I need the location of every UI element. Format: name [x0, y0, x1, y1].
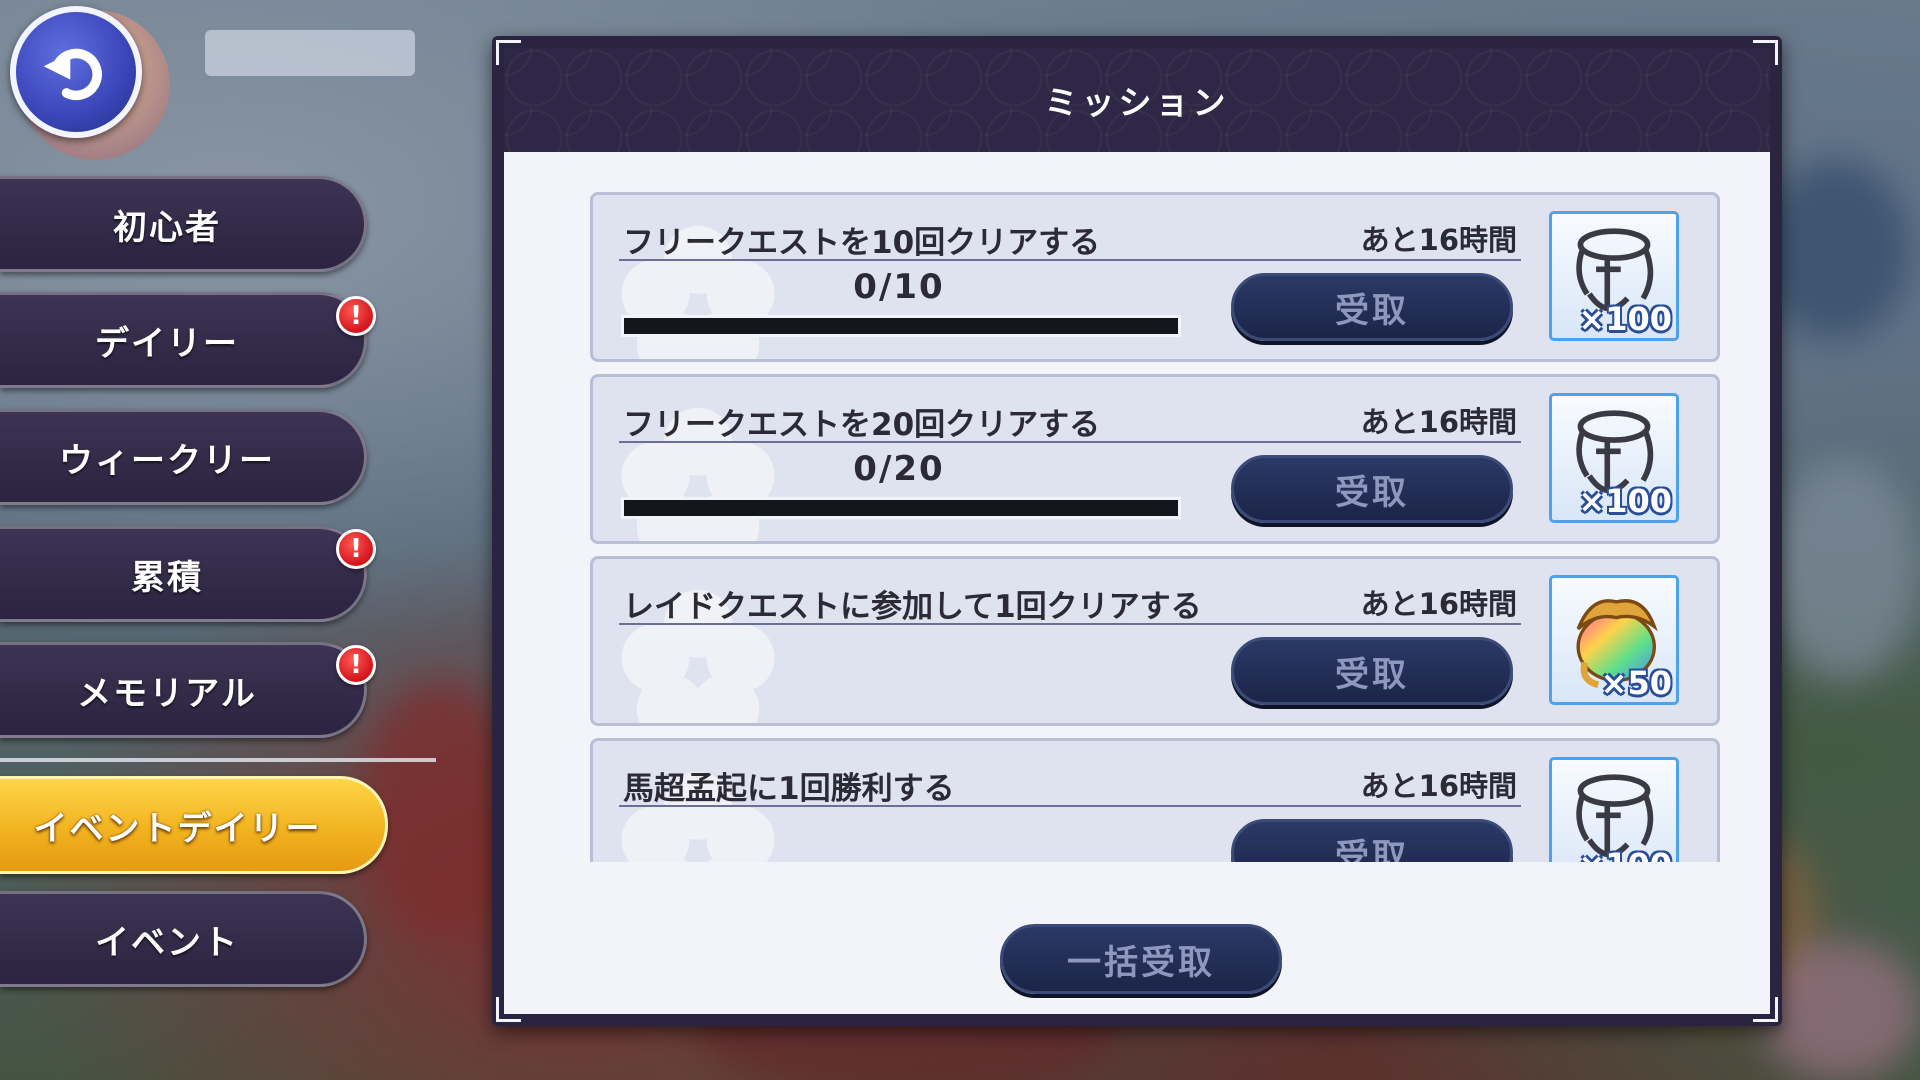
claim-button-label: 受取	[1335, 654, 1409, 695]
tab-label: デイリー	[95, 323, 239, 364]
bulk-claim-button[interactable]: 一括受取	[1000, 924, 1282, 994]
mission-title: フリークエストを10回クリアする	[623, 225, 1101, 261]
tab-memorial[interactable]: メモリアル	[0, 642, 367, 738]
frame-corner	[1753, 40, 1778, 65]
mission-panel-header: ミッション	[504, 48, 1770, 152]
mission-card: レイドクエストに参加して1回クリアする あと16時間 受取 ×50	[590, 556, 1720, 726]
progress-bar	[621, 497, 1181, 519]
claim-button[interactable]: 受取	[1231, 455, 1513, 523]
tab-label: イベントデイリー	[33, 808, 322, 849]
tab-label: イベント	[95, 922, 239, 963]
claim-button-label: 受取	[1335, 290, 1409, 331]
reward-quantity: ×100	[1578, 846, 1672, 862]
mission-panel: ミッション フリークエストを10回クリアする あと16時間 0/10 受取 ×1…	[492, 36, 1782, 1026]
reward-quantity: ×100	[1578, 482, 1672, 520]
tab-label: ウィークリー	[59, 440, 275, 481]
back-button[interactable]	[10, 6, 142, 138]
progress-count: 0/10	[853, 267, 945, 307]
reward-item[interactable]: ×50	[1549, 575, 1679, 705]
reward-item[interactable]: ×100	[1549, 757, 1679, 862]
tab-beginner[interactable]: 初心者	[0, 176, 367, 272]
alert-badge-daily: !	[336, 296, 376, 336]
time-remaining: あと16時間	[1360, 769, 1517, 803]
tab-weekly[interactable]: ウィークリー	[0, 409, 367, 505]
bulk-claim-label: 一括受取	[1067, 942, 1215, 983]
tab-label: 累積	[131, 557, 203, 598]
claim-button-label: 受取	[1335, 836, 1409, 863]
panel-title: ミッション	[1044, 83, 1230, 122]
alert-badge-memorial: !	[336, 645, 376, 685]
title-underline	[619, 259, 1521, 261]
mission-title: 馬超孟起に1回勝利する	[623, 771, 955, 807]
tab-event-daily[interactable]: イベントデイリー	[0, 776, 388, 874]
time-remaining: あと16時間	[1360, 223, 1517, 257]
claim-button[interactable]: 受取	[1231, 819, 1513, 862]
mission-card: フリークエストを10回クリアする あと16時間 0/10 受取 ×100	[590, 192, 1720, 362]
tab-label: メモリアル	[77, 673, 257, 714]
tab-divider	[0, 758, 436, 762]
claim-button[interactable]: 受取	[1231, 273, 1513, 341]
reward-item[interactable]: ×100	[1549, 393, 1679, 523]
mission-list[interactable]: フリークエストを10回クリアする あと16時間 0/10 受取 ×100 フリー…	[590, 192, 1720, 862]
player-info-bar	[205, 30, 415, 76]
mission-title: レイドクエストに参加して1回クリアする	[623, 589, 1202, 625]
mission-card: 馬超孟起に1回勝利する あと16時間 受取 ×100	[590, 738, 1720, 862]
progress-bar	[621, 315, 1181, 337]
progress-count: 0/20	[853, 449, 945, 489]
tab-daily[interactable]: デイリー	[0, 292, 367, 388]
frame-corner	[496, 997, 521, 1022]
frame-corner	[496, 40, 521, 65]
time-remaining: あと16時間	[1360, 587, 1517, 621]
reward-quantity: ×50	[1600, 664, 1672, 702]
title-underline	[619, 623, 1521, 625]
claim-button[interactable]: 受取	[1231, 637, 1513, 705]
reward-item[interactable]: ×100	[1549, 211, 1679, 341]
tab-cumulative[interactable]: 累積	[0, 526, 367, 622]
time-remaining: あと16時間	[1360, 405, 1517, 439]
title-underline	[619, 805, 1521, 807]
tab-event[interactable]: イベント	[0, 891, 367, 987]
reward-quantity: ×100	[1578, 300, 1672, 338]
mission-title: フリークエストを20回クリアする	[623, 407, 1101, 443]
frame-corner	[1753, 997, 1778, 1022]
alert-badge-cumulative: !	[336, 529, 376, 569]
claim-button-label: 受取	[1335, 472, 1409, 513]
mission-card: フリークエストを20回クリアする あと16時間 0/20 受取 ×100	[590, 374, 1720, 544]
mission-panel-body: ミッション フリークエストを10回クリアする あと16時間 0/10 受取 ×1…	[504, 48, 1770, 1014]
title-underline	[619, 441, 1521, 443]
tab-label: 初心者	[113, 207, 221, 248]
back-arrow-icon	[43, 48, 102, 101]
